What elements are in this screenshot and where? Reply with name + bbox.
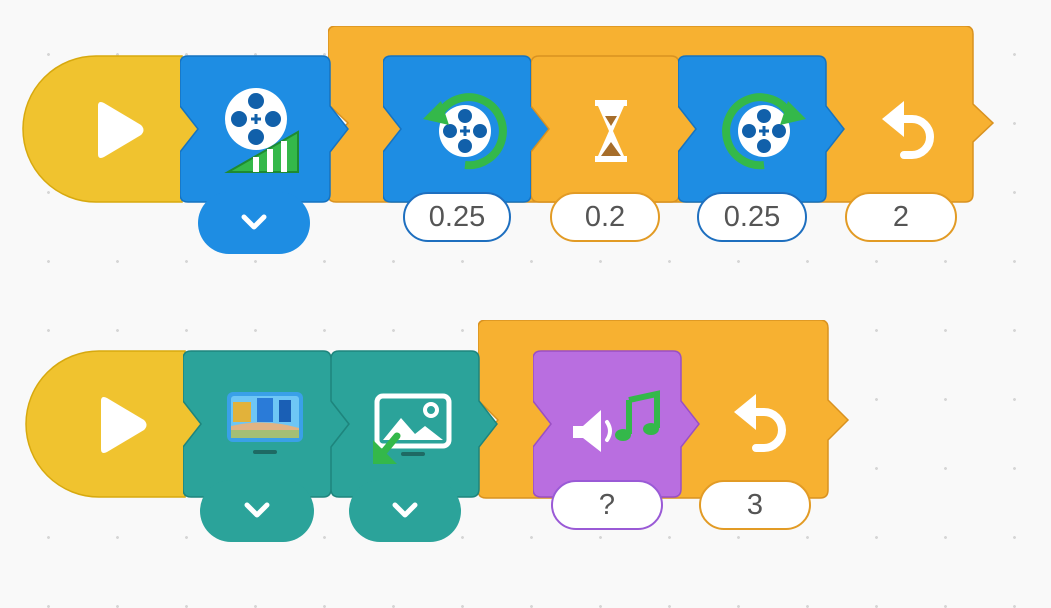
set-background-block[interactable]: [183, 350, 353, 498]
add-image-block[interactable]: [331, 350, 501, 498]
add-image-icon: [373, 393, 452, 464]
motor-speed-block[interactable]: [180, 55, 350, 203]
motor-speed-icon: [224, 88, 299, 173]
chevron-down-icon: [244, 502, 270, 518]
repeat-count-input[interactable]: 2: [845, 192, 957, 242]
add-image-dropdown[interactable]: [349, 480, 461, 542]
play-sound-block[interactable]: [533, 350, 703, 498]
play-triangle-icon: [101, 397, 147, 453]
play-triangle-icon: [98, 102, 144, 158]
rotate-counterclockwise-block[interactable]: [383, 55, 553, 203]
chevron-down-icon: [392, 502, 418, 518]
background-scene-icon: [227, 392, 303, 454]
repeat-arrow-icon: [734, 394, 786, 452]
sound-music-icon: [573, 390, 660, 452]
rotate-ccw-value-input[interactable]: 0.25: [403, 192, 511, 242]
wait-block[interactable]: [531, 55, 701, 203]
rotate-cw-value-input[interactable]: 0.25: [697, 192, 807, 242]
background-dropdown[interactable]: [200, 480, 314, 542]
wait-value-input[interactable]: 0.2: [550, 192, 660, 242]
repeat-arrow-icon: [882, 101, 934, 159]
rotate-counterclockwise-icon: [423, 93, 507, 170]
chevron-down-icon: [241, 214, 267, 230]
rotate-clockwise-icon: [722, 93, 806, 170]
sound-value-input[interactable]: ?: [551, 480, 663, 530]
repeat-count-input[interactable]: 3: [699, 480, 811, 530]
hourglass-icon: [595, 100, 627, 162]
rotate-clockwise-block[interactable]: [678, 55, 848, 203]
motor-speed-dropdown[interactable]: [198, 192, 310, 254]
